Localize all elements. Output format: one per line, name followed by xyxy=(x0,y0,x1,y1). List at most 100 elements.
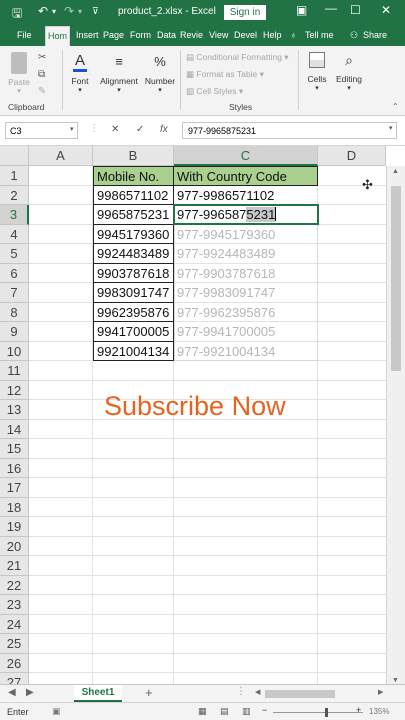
tab-insert[interactable]: Insert xyxy=(76,30,99,40)
save-icon[interactable]: 🖫 xyxy=(12,4,22,25)
tab-home[interactable]: Hom xyxy=(45,26,71,46)
sheet-prev-icon[interactable]: ◀ xyxy=(8,687,16,698)
zoom-in-icon[interactable]: + xyxy=(356,705,361,715)
tab-help[interactable]: Help xyxy=(263,30,282,40)
add-sheet-button[interactable]: + xyxy=(145,685,153,700)
editing-button[interactable]: ⌕ Editing ▾ xyxy=(334,46,364,92)
name-box[interactable]: C3 xyxy=(5,122,78,139)
row-header[interactable]: 5 xyxy=(0,244,29,264)
row-header[interactable]: 25 xyxy=(0,634,29,654)
row-header[interactable]: 24 xyxy=(0,614,29,634)
scroll-up-icon[interactable]: ▲ xyxy=(392,168,399,175)
tab-developer[interactable]: Devel xyxy=(234,30,257,40)
enter-icon[interactable]: ✓ xyxy=(136,124,144,135)
share-button[interactable]: Share xyxy=(363,30,387,40)
normal-view-icon[interactable]: ▦ xyxy=(198,706,207,717)
tab-page-layout[interactable]: Page xyxy=(103,30,124,40)
ribbon-display-icon[interactable]: ▣ xyxy=(296,3,307,17)
expand-formula-icon[interactable]: ▾ xyxy=(389,124,393,132)
format-painter-icon[interactable]: ✎ xyxy=(38,86,46,97)
column-header-d[interactable]: D xyxy=(318,146,386,166)
cell-b10[interactable]: 9921004134 xyxy=(93,341,174,361)
row-header[interactable]: 4 xyxy=(0,224,29,244)
cell-b7[interactable]: 9983091747 xyxy=(93,283,174,303)
undo-icon[interactable]: ↶ xyxy=(38,4,48,18)
redo-icon[interactable]: ↷ xyxy=(64,4,74,18)
scroll-down-icon[interactable]: ▼ xyxy=(392,677,399,684)
customize-icon[interactable]: ⊽ xyxy=(92,6,99,17)
row-header[interactable]: 15 xyxy=(0,439,29,459)
cell-b8[interactable]: 9962395876 xyxy=(93,302,174,322)
tab-review[interactable]: Revie xyxy=(180,30,203,40)
cells-button[interactable]: Cells ▾ xyxy=(303,46,331,92)
maximize-icon[interactable]: ☐ xyxy=(350,3,361,17)
column-header-b[interactable]: B xyxy=(93,146,174,166)
zoom-slider[interactable] xyxy=(273,712,363,713)
row-header[interactable]: 7 xyxy=(0,283,29,303)
cut-icon[interactable]: ✂ xyxy=(38,52,46,63)
row-header[interactable]: 12 xyxy=(0,380,29,400)
row-header[interactable]: 13 xyxy=(0,400,29,420)
row-header[interactable]: 14 xyxy=(0,419,29,439)
signin-button[interactable]: Sign in xyxy=(224,5,266,20)
row-header[interactable]: 23 xyxy=(0,595,29,615)
number-button[interactable]: % Number ▾ xyxy=(144,46,176,94)
tab-file[interactable]: File xyxy=(17,30,32,40)
horizontal-scroll-thumb[interactable] xyxy=(265,690,335,698)
minimize-icon[interactable]: — xyxy=(325,1,337,15)
row-header[interactable]: 21 xyxy=(0,556,29,576)
row-header[interactable]: 26 xyxy=(0,653,29,673)
cell-b4[interactable]: 9945179360 xyxy=(93,224,174,244)
redo-dropdown-icon[interactable]: ▾ xyxy=(78,7,82,16)
conditional-formatting-button[interactable]: ▤ Conditional Formatting ▾ xyxy=(186,52,289,63)
hscroll-right-icon[interactable]: ▶ xyxy=(378,688,383,696)
row-header[interactable]: 8 xyxy=(0,302,29,322)
row-header[interactable]: 11 xyxy=(0,361,29,381)
row-header[interactable]: 1 xyxy=(0,166,29,186)
tab-data[interactable]: Data xyxy=(157,30,176,40)
spreadsheet-grid[interactable]: A B C D 1 2 3 4 5 6 7 8 9 10 11 12 13 14 15 16 17 18 19 20 2… xyxy=(0,146,405,686)
paste-button[interactable]: Paste ▾ xyxy=(6,46,32,95)
select-all-corner[interactable] xyxy=(0,146,29,166)
cell-b6[interactable]: 9903787618 xyxy=(93,263,174,283)
column-header-c[interactable]: C xyxy=(174,146,318,166)
close-icon[interactable]: ✕ xyxy=(381,3,391,17)
row-header[interactable]: 10 xyxy=(0,341,29,361)
collapse-ribbon-icon[interactable]: ⌃ xyxy=(392,102,399,111)
tab-view[interactable]: View xyxy=(209,30,228,40)
row-header[interactable]: 6 xyxy=(0,263,29,283)
row-header[interactable]: 16 xyxy=(0,458,29,478)
vertical-scrollbar[interactable]: ▲ ▼ xyxy=(386,166,405,686)
cell-b3[interactable]: 9965875231 xyxy=(93,205,174,225)
cell-b5[interactable]: 9924483489 xyxy=(93,244,174,264)
zoom-level[interactable]: 135% xyxy=(369,707,389,716)
row-header[interactable]: 18 xyxy=(0,497,29,517)
sheet-tab-sheet1[interactable]: Sheet1 xyxy=(74,685,122,702)
vertical-scroll-thumb[interactable] xyxy=(391,186,401,371)
page-layout-icon[interactable]: ▤ xyxy=(220,706,229,717)
zoom-out-icon[interactable]: − xyxy=(262,705,267,715)
column-header-a[interactable]: A xyxy=(29,146,93,166)
row-header[interactable]: 20 xyxy=(0,536,29,556)
insert-function-icon[interactable]: fx xyxy=(160,124,168,135)
cell-b1[interactable]: Mobile No. xyxy=(93,166,174,186)
tab-formulas[interactable]: Form xyxy=(130,30,151,40)
row-header[interactable]: 9 xyxy=(0,322,29,342)
format-as-table-button[interactable]: ▦ Format as Table ▾ xyxy=(186,69,264,80)
page-break-icon[interactable]: ▥ xyxy=(242,706,251,717)
row-header[interactable]: 2 xyxy=(0,185,29,205)
cell-c1[interactable]: With Country Code xyxy=(174,166,318,186)
cell-styles-button[interactable]: ▧ Cell Styles ▾ xyxy=(186,86,243,97)
tell-me-box[interactable]: Tell me xyxy=(305,30,334,40)
cell-b2[interactable]: 9986571102 xyxy=(93,185,174,205)
cell-c2[interactable]: 977-9986571102 xyxy=(174,186,318,206)
alignment-button[interactable]: ≡ Alignment ▾ xyxy=(97,46,141,94)
name-box-dropdown-icon[interactable]: ▾ xyxy=(70,125,74,133)
cancel-icon[interactable]: ✕ xyxy=(111,124,119,135)
row-header[interactable]: 22 xyxy=(0,575,29,595)
font-button[interactable]: A Font ▾ xyxy=(66,46,94,94)
hscroll-left-icon[interactable]: ◀ xyxy=(255,688,260,696)
copy-icon[interactable]: ⧉ xyxy=(38,69,45,80)
row-header[interactable]: 3 xyxy=(0,205,29,225)
cell-b9[interactable]: 9941700005 xyxy=(93,322,174,342)
